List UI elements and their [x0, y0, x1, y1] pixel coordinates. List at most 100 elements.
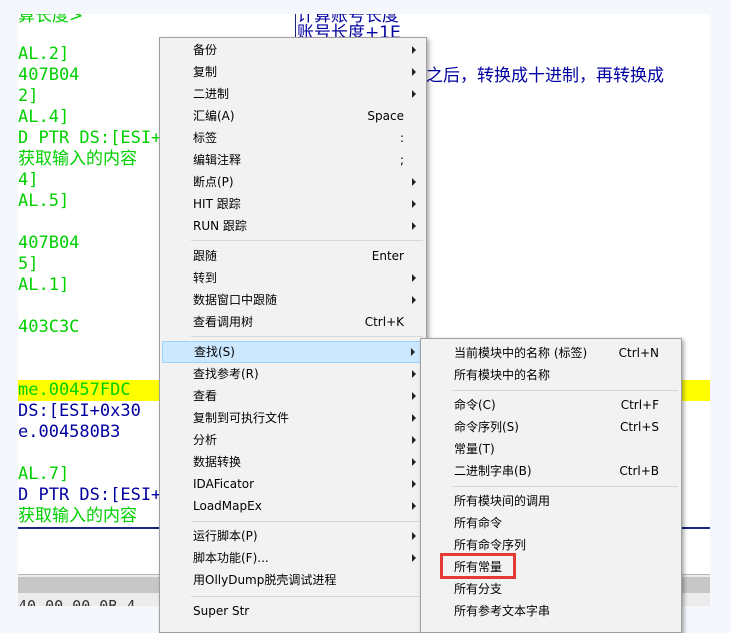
code-line: 407B04: [18, 233, 80, 253]
code-line: DS:[ESI+0x30: [18, 401, 141, 421]
menu-item-follow[interactable]: 跟随 Enter: [162, 245, 424, 267]
submenu-arrow-icon: [412, 392, 416, 400]
menu-item-label: 标签: [193, 131, 218, 145]
submenu-arrow-icon: [412, 90, 416, 98]
menu-item-label: 分析: [193, 433, 218, 447]
menu-item-label: 断点(P): [193, 175, 234, 189]
code-line: 4]: [18, 170, 39, 190]
menu-item-label: RUN 跟踪: [193, 219, 247, 233]
submenu-item-names-in-module[interactable]: 当前模块中的名称 (标签) Ctrl+N: [423, 342, 679, 364]
menu-separator: [452, 486, 678, 487]
menu-item-super-str[interactable]: Super Str: [162, 600, 424, 622]
submenu-item-all-referenced-strings[interactable]: 所有参考文本字串: [423, 600, 679, 622]
menu-item-label: 所有分支: [454, 582, 503, 596]
info-text: 40.00 00 0B 4: [18, 597, 136, 606]
menu-item-run-script[interactable]: 运行脚本(P): [162, 525, 424, 547]
menu-item-binary[interactable]: 二进制: [162, 83, 424, 105]
submenu-item-all-branches[interactable]: 所有分支: [423, 578, 679, 600]
menu-item-label: 编辑注释: [193, 153, 242, 167]
submenu-item-binary-string[interactable]: 二进制字串(B) Ctrl+B: [423, 460, 679, 482]
menu-item-loadmapex[interactable]: LoadMapEx: [162, 495, 424, 517]
menu-item-label: 二进制字串(B): [454, 464, 532, 478]
code-line: D PTR DS:[ESI+: [18, 128, 162, 148]
menu-item-shortcut: :: [399, 131, 404, 145]
menu-item-view[interactable]: 查看: [162, 385, 424, 407]
menu-item-script-functions[interactable]: 脚本功能(F)...: [162, 547, 424, 569]
menu-item-shortcut: Ctrl+B: [619, 464, 659, 478]
submenu-arrow-icon: [412, 274, 416, 282]
menu-separator: [191, 521, 423, 522]
menu-item-label: 跟随: [193, 249, 218, 263]
menu-item-label: 复制: [193, 65, 218, 79]
menu-item-label: 备份: [193, 43, 218, 57]
menu-item-label: 转到: [193, 271, 218, 285]
code-line: 407B04: [18, 65, 80, 85]
context-menu: 备份 复制 二进制 汇编(A) Space 标签: 编辑注释; 断点(P) HIT…: [159, 37, 427, 633]
submenu-item-command-sequence[interactable]: 命令序列(S) Ctrl+S: [423, 416, 679, 438]
menu-separator: [191, 240, 423, 241]
menu-item-label: 命令(C): [454, 398, 496, 412]
submenu-arrow-icon: [412, 46, 416, 54]
menu-item-analysis[interactable]: 分析: [162, 429, 424, 451]
menu-item-label: HIT 跟踪: [193, 197, 241, 211]
menu-item-label: 二进制: [193, 87, 230, 101]
code-line: AL.4]: [18, 107, 70, 127]
menu-item-label: 用OllyDump脱壳调试进程: [193, 573, 337, 587]
menu-item-data-conversion[interactable]: 数据转换: [162, 451, 424, 473]
menu-item-label: IDAFicator: [193, 477, 255, 491]
menu-item-shortcut: Ctrl+K: [364, 315, 404, 329]
comment-text: 之后，转换成十进制，再转换成: [426, 66, 664, 86]
submenu-item-all-commands[interactable]: 所有命令: [423, 512, 679, 534]
search-submenu: 当前模块中的名称 (标签) Ctrl+N 所有模块中的名称 命令(C) Ctrl+F…: [420, 338, 682, 633]
code-line: D PTR DS:[ESI+: [18, 485, 162, 505]
menu-item-label: 所有模块间的调用: [454, 494, 551, 508]
menu-item-call-tree[interactable]: 查看调用树 Ctrl+K: [162, 311, 424, 333]
menu-item-assemble[interactable]: 汇编(A) Space: [162, 105, 424, 127]
menu-item-label: 复制到可执行文件: [193, 411, 290, 425]
menu-item-label-edit[interactable]: 标签:: [162, 127, 424, 149]
submenu-arrow-icon: [412, 68, 416, 76]
menu-item-breakpoint[interactable]: 断点(P): [162, 171, 424, 193]
menu-item-find-references[interactable]: 查找参考(R): [162, 363, 424, 385]
menu-item-idaficator[interactable]: IDAFicator: [162, 473, 424, 495]
menu-item-label: 常量(T): [454, 442, 495, 456]
menu-item-goto[interactable]: 转到: [162, 267, 424, 289]
menu-separator: [191, 596, 423, 597]
code-line: e.004580B3: [18, 422, 121, 442]
submenu-item-names-all-modules[interactable]: 所有模块中的名称: [423, 364, 679, 386]
menu-item-backup[interactable]: 备份: [162, 39, 424, 61]
menu-separator: [452, 390, 678, 391]
menu-item-ollydump[interactable]: 用OllyDump脱壳调试进程: [162, 569, 424, 591]
menu-item-follow-in-dump[interactable]: 数据窗口中跟随: [162, 289, 424, 311]
code-line: AL.5]: [18, 191, 70, 211]
emphasis-box: [440, 553, 516, 579]
submenu-arrow-icon: [411, 348, 415, 356]
menu-item-copy[interactable]: 复制: [162, 61, 424, 83]
menu-item-label: 脚本功能(F)...: [193, 551, 269, 565]
code-line: AL.1]: [18, 275, 70, 295]
menu-item-label: 运行脚本(P): [193, 529, 258, 543]
code-line: 5]: [18, 254, 39, 274]
menu-item-hit-trace[interactable]: HIT 跟踪: [162, 193, 424, 215]
menu-item-shortcut: Space: [367, 109, 404, 123]
menu-item-label: 当前模块中的名称 (标签): [454, 346, 588, 360]
submenu-item-intermodular-calls[interactable]: 所有模块间的调用: [423, 490, 679, 512]
menu-item-shortcut: Ctrl+F: [620, 398, 659, 412]
menu-item-label: 汇编(A): [193, 109, 235, 123]
code-line: 算长度>: [18, 14, 84, 26]
submenu-arrow-icon: [412, 370, 416, 378]
submenu-arrow-icon: [412, 296, 416, 304]
submenu-item-constant[interactable]: 常量(T): [423, 438, 679, 460]
submenu-arrow-icon: [412, 554, 416, 562]
submenu-item-command[interactable]: 命令(C) Ctrl+F: [423, 394, 679, 416]
submenu-arrow-icon: [412, 480, 416, 488]
submenu-arrow-icon: [412, 458, 416, 466]
menu-item-label: 所有命令: [454, 516, 503, 530]
submenu-arrow-icon: [412, 532, 416, 540]
menu-item-run-trace[interactable]: RUN 跟踪: [162, 215, 424, 237]
menu-item-copy-to-executable[interactable]: 复制到可执行文件: [162, 407, 424, 429]
menu-item-edit-comment[interactable]: 编辑注释;: [162, 149, 424, 171]
menu-item-label: 所有参考文本字串: [454, 604, 551, 618]
submenu-arrow-icon: [412, 178, 416, 186]
menu-item-search[interactable]: 查找(S): [162, 341, 424, 363]
